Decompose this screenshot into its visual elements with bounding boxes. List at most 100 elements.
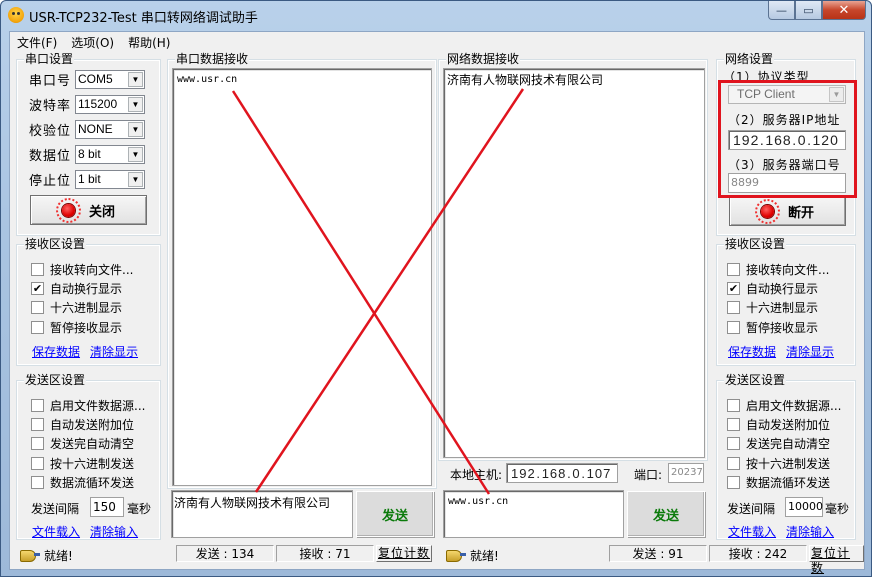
local-host-label: 本地主机:	[450, 468, 503, 482]
right-receive-settings-group: 接收区设置 接收转向文件... ✔ 自动换行显示 十六进制显示 暂停接收显示 保存…	[716, 237, 856, 366]
left-recv-option-hex[interactable]: 十六进制显示	[31, 299, 122, 316]
serial-send-input[interactable]: 济南有人物联网技术有限公司	[171, 490, 353, 538]
left-send-option-loop[interactable]: 数据流循环发送	[31, 474, 134, 491]
checkbox[interactable]	[727, 301, 740, 314]
network-send-button[interactable]: 发送	[627, 491, 705, 537]
checkbox[interactable]	[31, 301, 44, 314]
network-receive-title: 网络数据接收	[446, 52, 521, 66]
right-send-option-hex[interactable]: 按十六进制发送	[727, 455, 830, 472]
right-recv-option-file[interactable]: 接收转向文件...	[727, 261, 829, 278]
checkbox[interactable]	[727, 263, 740, 276]
network-send-text: www.usr.cn	[448, 496, 509, 507]
parity-value: NONE	[78, 122, 113, 136]
left-interval-input[interactable]: 150	[90, 497, 124, 517]
right-save-data-link[interactable]: 保存数据	[728, 343, 776, 360]
checkbox[interactable]	[31, 457, 44, 470]
left-load-file-link[interactable]: 文件载入	[32, 523, 80, 540]
checkbox[interactable]	[31, 437, 44, 450]
title-bar[interactable]: USR-TCP232-Test 串口转网络调试助手 — ▭ ✕	[1, 1, 871, 31]
parity-select[interactable]: NONE ▼	[75, 120, 145, 139]
checkbox[interactable]	[31, 418, 44, 431]
right-reset-count-button[interactable]: 复位计数	[809, 545, 864, 575]
left-clear-display-link[interactable]: 清除显示	[90, 343, 138, 360]
checkbox-checked[interactable]: ✔	[31, 282, 44, 295]
right-load-file-link[interactable]: 文件载入	[728, 523, 776, 540]
left-send-option-append[interactable]: 自动发送附加位	[31, 416, 134, 433]
stopbits-field: 停止位 1 bit ▼	[29, 170, 145, 189]
databits-select[interactable]: 8 bit ▼	[75, 145, 145, 164]
left-recv-option-file[interactable]: 接收转向文件...	[31, 261, 133, 278]
right-send-option-file[interactable]: 启用文件数据源...	[727, 397, 841, 414]
network-receive-group: 网络数据接收 济南有人物联网技术有限公司	[438, 52, 708, 461]
checkbox[interactable]	[727, 399, 740, 412]
checkbox[interactable]	[31, 476, 44, 489]
checkbox[interactable]	[727, 457, 740, 470]
stopbits-label: 停止位	[29, 174, 72, 189]
left-send-option-file[interactable]: 启用文件数据源...	[31, 397, 145, 414]
port-select[interactable]: COM5 ▼	[75, 70, 145, 89]
serial-toggle-button[interactable]: 关闭	[30, 195, 147, 225]
left-receive-settings-title: 接收区设置	[24, 237, 87, 251]
option-label: 自动发送附加位	[50, 418, 135, 432]
menu-help[interactable]: 帮助(H)	[121, 32, 177, 51]
right-recv-option-autowrap[interactable]: ✔ 自动换行显示	[727, 280, 818, 297]
checkbox[interactable]	[31, 321, 44, 334]
right-send-option-append[interactable]: 自动发送附加位	[727, 416, 830, 433]
menu-file[interactable]: 文件(F)	[10, 32, 64, 51]
right-recv-option-pause[interactable]: 暂停接收显示	[727, 319, 818, 336]
port-label: 串口号	[29, 74, 72, 89]
option-label: 暂停接收显示	[746, 321, 819, 335]
baud-select[interactable]: 115200 ▼	[75, 95, 145, 114]
checkbox[interactable]	[727, 476, 740, 489]
left-reset-count-button[interactable]: 复位计数	[376, 545, 433, 562]
baud-field: 波特率 115200 ▼	[29, 95, 145, 114]
chevron-down-icon[interactable]: ▼	[128, 72, 143, 87]
left-save-data-link[interactable]: 保存数据	[32, 343, 80, 360]
maximize-button[interactable]: ▭	[795, 1, 822, 20]
serial-receive-title: 串口数据接收	[175, 52, 250, 66]
chevron-down-icon[interactable]: ▼	[128, 97, 143, 112]
chevron-down-icon[interactable]: ▼	[128, 147, 143, 162]
checkbox[interactable]	[31, 263, 44, 276]
menu-bar: 文件(F) 选项(O) 帮助(H)	[10, 32, 864, 51]
chevron-down-icon[interactable]: ▼	[128, 172, 143, 187]
checkbox-checked[interactable]: ✔	[727, 282, 740, 295]
minimize-button[interactable]: —	[768, 1, 795, 20]
left-recv-option-pause[interactable]: 暂停接收显示	[31, 319, 122, 336]
left-recv-option-autowrap[interactable]: ✔ 自动换行显示	[31, 280, 122, 297]
stopbits-select[interactable]: 1 bit ▼	[75, 170, 145, 189]
left-clear-input-link[interactable]: 清除输入	[90, 523, 138, 540]
close-button[interactable]: ✕	[822, 1, 866, 20]
right-clear-display-link[interactable]: 清除显示	[786, 343, 834, 360]
left-send-option-hex[interactable]: 按十六进制发送	[31, 455, 134, 472]
databits-value: 8 bit	[78, 147, 101, 161]
left-send-option-autoclear[interactable]: 发送完自动清空	[31, 435, 134, 452]
serial-receive-area[interactable]: www.usr.cn	[172, 68, 432, 486]
option-label: 数据流循环发送	[746, 476, 831, 490]
parity-label: 校验位	[29, 124, 72, 139]
option-label: 自动发送附加位	[746, 418, 831, 432]
option-label: 按十六进制发送	[746, 457, 831, 471]
chevron-down-icon[interactable]: ▼	[128, 122, 143, 137]
right-clear-input-link[interactable]: 清除输入	[786, 523, 834, 540]
menu-options[interactable]: 选项(O)	[64, 32, 121, 51]
network-receive-area[interactable]: 济南有人物联网技术有限公司	[443, 68, 705, 458]
right-send-option-autoclear[interactable]: 发送完自动清空	[727, 435, 830, 452]
option-label: 自动换行显示	[50, 282, 123, 296]
ip-octet: 107	[586, 465, 612, 481]
network-toggle-button[interactable]: 断开	[729, 196, 846, 226]
right-receive-settings-title: 接收区设置	[724, 237, 787, 251]
checkbox[interactable]	[727, 418, 740, 431]
app-window: USR-TCP232-Test 串口转网络调试助手 — ▭ ✕ 文件(F) 选项…	[0, 0, 872, 577]
checkbox[interactable]	[727, 321, 740, 334]
checkbox[interactable]	[727, 437, 740, 450]
option-label: 启用文件数据源...	[50, 399, 146, 413]
right-recv-option-hex[interactable]: 十六进制显示	[727, 299, 818, 316]
right-interval-input[interactable]: 10000	[785, 497, 823, 517]
right-send-option-loop[interactable]: 数据流循环发送	[727, 474, 830, 491]
option-label: 自动换行显示	[746, 282, 819, 296]
network-send-input[interactable]: www.usr.cn	[443, 490, 624, 538]
serial-send-button[interactable]: 发送	[356, 491, 434, 537]
right-received-count: 接收 : 242	[709, 545, 807, 562]
checkbox[interactable]	[31, 399, 44, 412]
